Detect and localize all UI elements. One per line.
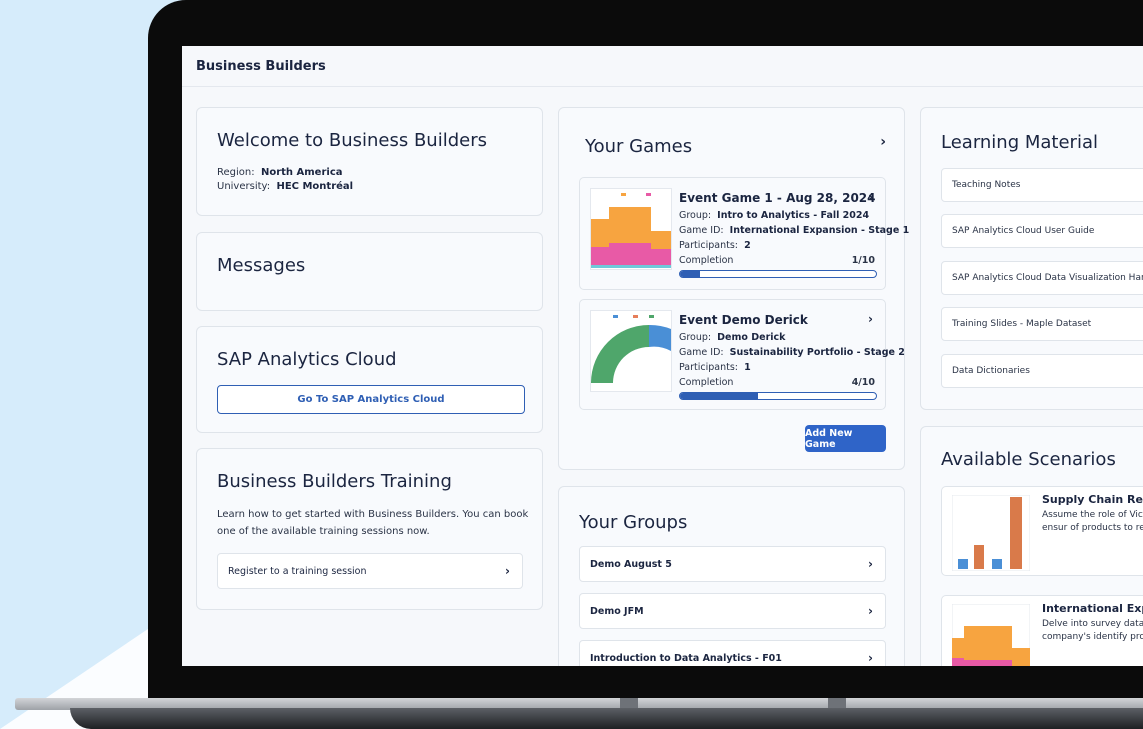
donut-segment [591, 325, 649, 383]
group-item[interactable]: Demo JFM › [579, 593, 886, 629]
register-training-link[interactable]: Register to a training session › [217, 553, 523, 589]
bar-segment [609, 207, 651, 243]
legend-swatch [613, 315, 618, 318]
bar [974, 545, 984, 569]
game-chart-thumbnail [590, 310, 672, 392]
region-line: Region: North America [217, 167, 343, 178]
game-participants: Participants: 1 [679, 362, 751, 373]
game-chart-thumbnail [590, 188, 672, 270]
go-to-sac-button[interactable]: Go To SAP Analytics Cloud [217, 385, 525, 414]
game-completion-value: 4/10 [851, 377, 875, 388]
game-completion-label: Completion [679, 377, 734, 388]
training-text: Learn how to get started with Business B… [217, 509, 529, 537]
sac-title: SAP Analytics Cloud [217, 349, 397, 370]
games-card: Your Games › Event Game 1 - Aug 28, 2024… [558, 107, 909, 470]
chevron-right-icon: › [505, 564, 510, 578]
bar-segment [651, 231, 671, 249]
game-1-chart [591, 193, 671, 268]
training-title: Business Builders Training [217, 471, 452, 492]
bar-segment [952, 638, 964, 658]
chevron-right-icon: › [868, 557, 873, 571]
bar-segment [591, 247, 609, 267]
game-completion-value: 1/10 [851, 255, 875, 266]
legend-swatch [646, 193, 651, 196]
bar-segment [591, 219, 609, 247]
chevron-right-icon: › [868, 651, 873, 665]
bar-segment [952, 658, 964, 666]
learning-item[interactable]: Teaching Notes [941, 168, 1143, 202]
game-2-chart [591, 315, 671, 383]
add-new-game-button[interactable]: Add New Game [805, 425, 886, 452]
bar-segment [651, 249, 671, 267]
university-value: HEC Montréal [276, 181, 354, 192]
legend-swatch [633, 315, 638, 318]
app-screen: Business Builders Welcome to Business Bu… [182, 46, 1143, 666]
game-progress-bar [679, 392, 877, 400]
scenario-item[interactable]: International Expar Delve into survey da… [941, 595, 1143, 666]
scenarios-title: Available Scenarios [941, 449, 1116, 470]
scenarios-card: Available Scenarios Supply Chain Resil A… [920, 426, 1143, 666]
game-group: Group: Intro to Analytics - Fall 2024 [679, 210, 870, 221]
game-title: Event Game 1 - Aug 28, 2024 [679, 191, 876, 205]
game-id: Game ID: Sustainability Portfolio - Stag… [679, 347, 905, 358]
bar [1010, 497, 1022, 569]
games-title: Your Games [585, 136, 693, 157]
chevron-right-icon: › [868, 604, 873, 618]
training-card: Business Builders Training Learn how to … [196, 448, 543, 610]
bar-segment [964, 626, 1012, 660]
groups-card: Your Groups Demo August 5 › Demo JFM › I… [558, 486, 905, 666]
chevron-right-icon: › [868, 312, 873, 326]
laptop-hinge [620, 698, 638, 708]
scenario-description: Assume the role of Vice your mission is … [1042, 510, 1143, 533]
region-value: North America [260, 167, 343, 178]
messages-card: Messages [196, 232, 543, 311]
learning-material-card: Learning Material Teaching Notes SAP Ana… [920, 107, 1143, 410]
game-group: Group: Demo Derick [679, 332, 786, 343]
game-card-1[interactable]: Event Game 1 - Aug 28, 2024 › Group: Int… [579, 177, 909, 290]
groups-title: Your Groups [579, 512, 688, 533]
bar [992, 559, 1002, 569]
scenario-item[interactable]: Supply Chain Resil Assume the role of Vi… [941, 486, 1143, 576]
learning-item[interactable]: Data Dictionaries [941, 354, 1143, 388]
progress-fill [680, 271, 700, 277]
group-item[interactable]: Demo August 5 › [579, 546, 886, 582]
welcome-title: Welcome to Business Builders [217, 130, 487, 151]
app-title: Business Builders [196, 58, 326, 74]
welcome-card: Welcome to Business Builders Region: Nor… [196, 107, 543, 216]
legend-swatch [621, 193, 626, 196]
scenario-title: Supply Chain Resil [1042, 493, 1143, 506]
scenario-chart-thumbnail [952, 604, 1030, 666]
learning-item[interactable]: SAP Analytics Cloud Data Visualization H… [941, 261, 1143, 295]
bar [958, 559, 968, 569]
game-participants: Participants: 2 [679, 240, 751, 251]
top-bar: Business Builders [182, 46, 1143, 87]
scenario-title: International Expar [1042, 602, 1143, 615]
game-progress-bar [679, 270, 877, 278]
sac-card: SAP Analytics Cloud Go To SAP Analytics … [196, 326, 543, 433]
bar-segment [609, 243, 651, 267]
messages-title: Messages [217, 255, 306, 276]
learning-item[interactable]: Training Slides - Maple Dataset [941, 307, 1143, 341]
bar-segment [591, 265, 671, 268]
game-title: Event Demo Derick [679, 313, 808, 327]
bar-segment [1012, 648, 1030, 666]
learning-item[interactable]: SAP Analytics Cloud User Guide [941, 214, 1143, 248]
game-id: Game ID: International Expansion - Stage… [679, 225, 910, 236]
progress-fill [680, 393, 759, 399]
university-line: University: HEC Montréal [217, 181, 354, 192]
laptop-hinge [828, 698, 846, 708]
laptop-base-shadow [70, 708, 1143, 729]
scenario-chart-thumbnail [952, 495, 1030, 571]
learning-title: Learning Material [941, 132, 1098, 153]
scenario-description: Delve into survey data to potential of a… [1042, 619, 1143, 642]
legend-swatch [649, 315, 654, 318]
chevron-right-icon[interactable]: › [880, 134, 886, 150]
game-card-2[interactable]: Event Demo Derick › Group: Demo Derick G… [579, 299, 905, 410]
donut-segment [649, 324, 671, 351]
group-item[interactable]: Introduction to Data Analytics - F01 › [579, 640, 886, 666]
chevron-right-icon: › [868, 190, 873, 204]
bar-segment [964, 660, 1012, 666]
game-completion-label: Completion [679, 255, 734, 266]
